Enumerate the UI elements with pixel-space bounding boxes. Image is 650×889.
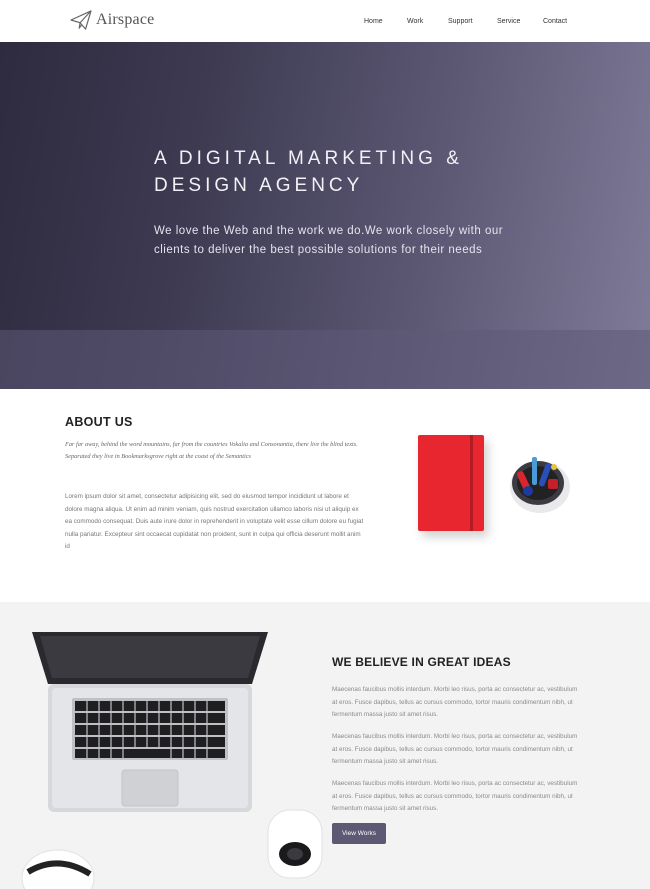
about-title: ABOUT US xyxy=(65,415,133,429)
notebook-image xyxy=(418,435,484,531)
hero-subtitle-line: clients to deliver the best possible sol… xyxy=(154,244,483,256)
site-header: Airspace Home Work Support Service Conta… xyxy=(0,0,650,42)
laptop-image xyxy=(32,632,268,812)
nav-contact[interactable]: Contact xyxy=(543,18,567,25)
hero-subtitle-line: We love the Web and the work we do.We wo… xyxy=(154,225,504,237)
ideas-paragraph: Maecenas faucibus mollis interdum. Morbi… xyxy=(332,686,578,718)
about-intro: Far far away, behind the word mountains,… xyxy=(65,441,358,460)
hero-title-line: DESIGN AGENCY xyxy=(154,175,364,196)
hero-section: A DIGITAL MARKETING & DESIGN AGENCY We l… xyxy=(0,42,650,389)
ideas-paragraph: Maecenas faucibus mollis interdum. Morbi… xyxy=(332,780,578,812)
ideas-section: WE BELIEVE IN GREAT IDEAS Maecenas fauci… xyxy=(0,602,650,889)
hero-title: A DIGITAL MARKETING & DESIGN AGENCY xyxy=(154,145,574,199)
ideas-title: WE BELIEVE IN GREAT IDEAS xyxy=(332,655,511,669)
nav-support[interactable]: Support xyxy=(448,18,473,25)
notebook-elastic-band xyxy=(470,435,473,531)
view-works-button[interactable]: View Works xyxy=(332,823,386,844)
hero-band xyxy=(0,330,650,389)
pen-cup-image xyxy=(510,457,570,513)
mouse-image xyxy=(21,849,95,889)
about-body: Lorem ipsum dolor sit amet, consectetur … xyxy=(65,493,364,551)
nav-service[interactable]: Service xyxy=(497,18,520,25)
hero-title-line: A DIGITAL MARKETING & xyxy=(154,148,463,169)
about-section: ABOUT US Far far away, behind the word m… xyxy=(0,389,650,602)
ideas-paragraph: Maecenas faucibus mollis interdum. Morbi… xyxy=(332,733,578,765)
nav-home[interactable]: Home xyxy=(364,18,383,25)
nav-work[interactable]: Work xyxy=(407,18,423,25)
mouse-image xyxy=(267,809,323,879)
main-nav: Home Work Support Service Contact xyxy=(0,18,650,30)
hero-subtitle: We love the Web and the work we do.We wo… xyxy=(154,222,554,260)
